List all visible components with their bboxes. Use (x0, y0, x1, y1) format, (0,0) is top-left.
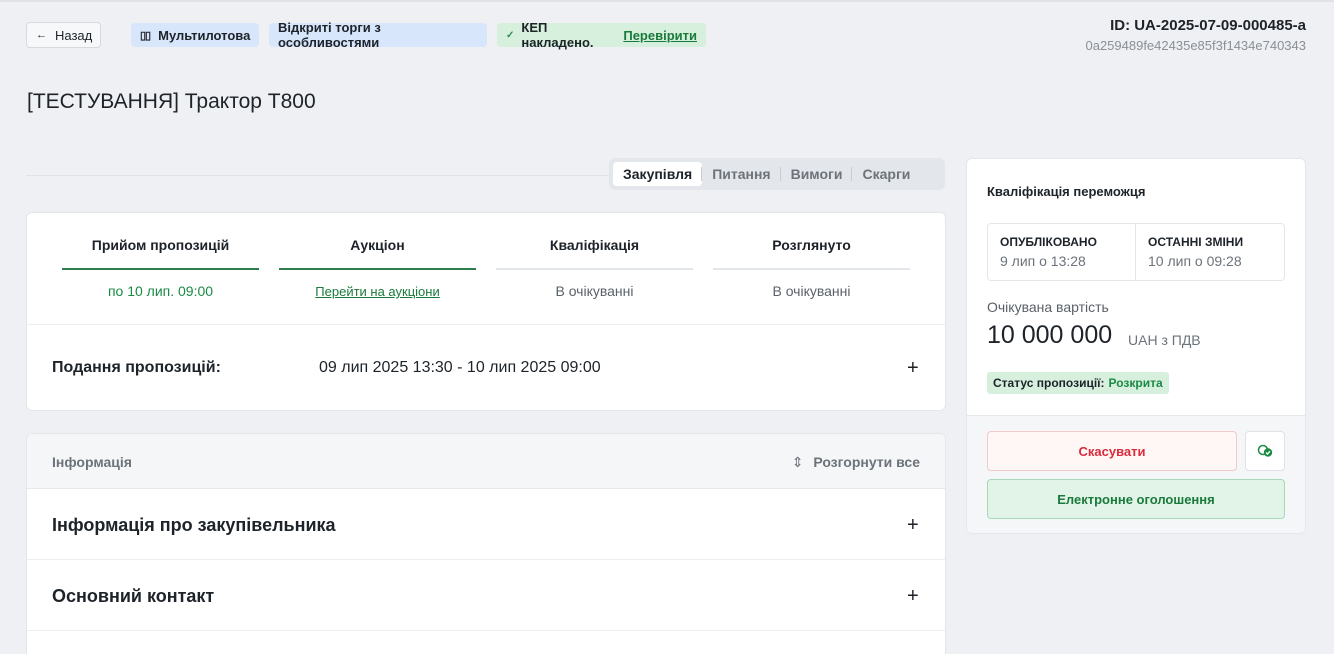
signature-check-icon (1257, 444, 1273, 457)
stage-status: по 10 лип. 09:00 (107, 283, 214, 299)
cancel-button[interactable]: Скасувати (987, 431, 1237, 471)
stage-name: Прийом пропозицій (91, 237, 230, 253)
info-header-label: Інформація (52, 454, 132, 470)
changed-value: 10 лип о 09:28 (1148, 253, 1242, 269)
published-value: 9 лип о 13:28 (1000, 253, 1086, 269)
stage-progress-bar (62, 268, 259, 270)
tab-questions[interactable]: Питання (702, 162, 782, 186)
expand-all-label: Розгорнути все (813, 454, 920, 470)
accordion-buyer-info[interactable]: Інформація про закупівельника + (27, 489, 945, 560)
auction-link[interactable]: Перейти на аукціони (279, 284, 476, 299)
expand-plus-icon[interactable]: + (907, 358, 919, 378)
dates-box: ОПУБЛІКОВАНО 9 лип о 13:28 ОСТАННІ ЗМІНИ… (987, 223, 1285, 281)
info-header: Інформація ⇕ Розгорнути все (27, 434, 945, 489)
check-icon: ✓ (506, 29, 515, 41)
status-badge: Статус пропозиції: Розкрита (987, 372, 1169, 394)
multi-lot-label: Мультилотова (158, 27, 251, 43)
published-label: ОПУБЛІКОВАНО (1000, 235, 1097, 249)
arrow-left-icon: ← (36, 29, 47, 41)
stage-progress-bar (713, 268, 910, 270)
procedure-type-badge: Відкриті торги з особливостями (269, 20, 487, 50)
procedure-type-label: Відкриті торги з особливостями (278, 20, 381, 50)
expand-plus-icon[interactable]: + (907, 586, 919, 606)
tab-procurement[interactable]: Закупівля (613, 162, 703, 186)
expand-plus-icon[interactable]: + (907, 515, 919, 535)
info-card: Інформація ⇕ Розгорнути все Інформація п… (26, 433, 946, 654)
top-border (0, 0, 1334, 2)
sidebar-actions: Скасувати Електронне оголошення (967, 415, 1305, 533)
back-button[interactable]: ← Назад (26, 22, 101, 48)
changed-column: ОСТАННІ ЗМІНИ 10 лип о 09:28 (1136, 224, 1284, 280)
stage-status: В очікуванні (555, 283, 634, 299)
tabs-divider (26, 175, 611, 176)
kep-verify-link[interactable]: Перевірити (623, 28, 697, 43)
expected-value-amount: 10 000 000 (987, 321, 1113, 349)
kep-badge: ✓ КЕП накладено. Перевірити (497, 20, 706, 50)
stage-progress-bar (279, 268, 476, 270)
accordion-main-contact[interactable]: Основний контакт + (27, 560, 945, 631)
expand-arrows-icon: ⇕ (791, 454, 804, 470)
tab-requirements[interactable]: Вимоги (781, 162, 853, 186)
stage-name: Аукціон (350, 237, 405, 253)
expected-value-currency: UAH з ПДВ (1128, 332, 1201, 348)
multi-lot-badge: ▯▯ Мультилотова (131, 23, 259, 47)
lots-icon: ▯▯ (140, 29, 151, 42)
stage-progress-bar (496, 268, 693, 270)
signature-check-button[interactable] (1245, 431, 1285, 471)
stage-name: Розглянуто (772, 237, 851, 253)
sidebar-card: Кваліфікація переможця ОПУБЛІКОВАНО 9 ли… (966, 158, 1306, 534)
page-title: [ТЕСТУВАННЯ] Трактор Т800 (27, 90, 316, 113)
accordion-title: Основний контакт (52, 586, 215, 606)
accordion-title: Інформація про закупівельника (52, 515, 336, 535)
status-label: Статус пропозиції: (993, 376, 1105, 390)
kep-text: КЕП накладено. (521, 20, 594, 50)
tender-id: ID: UA-2025-07-09-000485-a (1110, 17, 1306, 34)
sidebar-title: Кваліфікація переможця (987, 184, 1146, 199)
changed-label: ОСТАННІ ЗМІНИ (1148, 235, 1244, 249)
tab-complaints[interactable]: Скарги (852, 162, 920, 186)
stage-status: В очікуванні (772, 283, 851, 299)
electronic-notice-button[interactable]: Електронне оголошення (987, 479, 1285, 519)
submission-range: 09 лип 2025 13:30 - 10 лип 2025 09:00 (319, 359, 601, 376)
stage-name: Кваліфікація (549, 237, 640, 253)
back-label: Назад (55, 27, 93, 43)
expected-value-label: Очікувана вартість (987, 299, 1109, 315)
stages-divider (27, 324, 945, 325)
expand-all-button[interactable]: ⇕ Розгорнути все (792, 454, 920, 471)
published-column: ОПУБЛІКОВАНО 9 лип о 13:28 (988, 224, 1136, 280)
stages-card: Прийом пропозицій по 10 лип. 09:00 Аукці… (26, 212, 946, 411)
tabs-bar: Закупівля Питання Вимоги Скарги (609, 158, 945, 190)
submission-label: Подання пропозицій: (52, 359, 221, 376)
tender-hash: 0a259489fe42435e85f3f1434e740343 (1085, 38, 1306, 53)
status-value: Розкрита (1108, 376, 1163, 390)
